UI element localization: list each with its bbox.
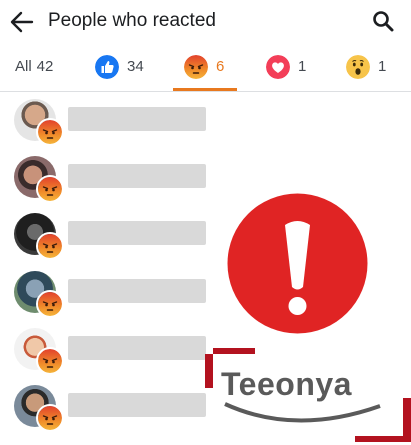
tab-all-count: 42 bbox=[36, 58, 54, 75]
reaction-tabs: All 42 34 6 1 1 bbox=[0, 42, 411, 92]
tab-angry[interactable]: 6 bbox=[184, 42, 224, 91]
tab-all-label: All bbox=[15, 58, 32, 75]
tab-love[interactable]: 1 bbox=[266, 42, 306, 91]
angry-icon bbox=[184, 54, 208, 79]
love-icon bbox=[266, 54, 290, 79]
like-icon bbox=[95, 54, 119, 79]
angry-icon bbox=[36, 118, 64, 146]
tab-all[interactable]: All 42 bbox=[15, 42, 53, 91]
tab-love-count: 1 bbox=[298, 58, 307, 75]
tab-wow-count: 1 bbox=[378, 58, 387, 75]
name-placeholder[interactable] bbox=[68, 393, 206, 417]
watermark-logo: Teeonya bbox=[205, 348, 411, 445]
name-placeholder[interactable] bbox=[68, 164, 206, 188]
angry-icon bbox=[36, 347, 64, 375]
page-title: People who reacted bbox=[48, 10, 216, 31]
name-placeholder[interactable] bbox=[68, 107, 206, 131]
watermark-text: Teeonya bbox=[221, 366, 352, 402]
arrow-left-icon[interactable] bbox=[8, 8, 36, 36]
wow-icon bbox=[346, 54, 370, 79]
angry-icon bbox=[36, 232, 64, 260]
angry-icon bbox=[36, 175, 64, 203]
tab-wow[interactable]: 1 bbox=[346, 42, 386, 91]
angry-icon bbox=[36, 404, 64, 432]
name-placeholder[interactable] bbox=[68, 336, 206, 360]
tab-like[interactable]: 34 bbox=[95, 42, 144, 91]
search-icon[interactable] bbox=[371, 9, 395, 33]
tab-like-count: 34 bbox=[127, 58, 144, 75]
exclamation-warning-icon bbox=[227, 193, 368, 334]
tab-angry-count: 6 bbox=[216, 58, 225, 75]
header: People who reacted bbox=[0, 0, 411, 42]
list-item[interactable] bbox=[0, 91, 411, 148]
name-placeholder[interactable] bbox=[68, 279, 206, 303]
name-placeholder[interactable] bbox=[68, 221, 206, 245]
angry-icon bbox=[36, 290, 64, 318]
